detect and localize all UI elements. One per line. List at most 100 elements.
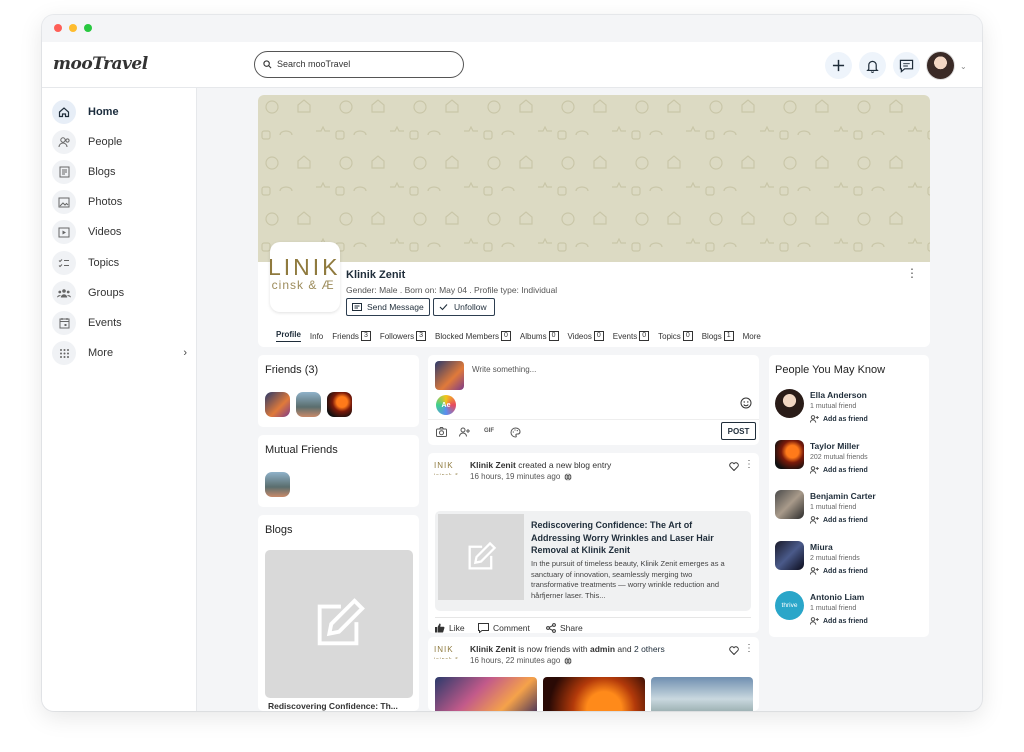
heart-icon[interactable] — [729, 462, 739, 471]
message-icon — [352, 302, 362, 311]
avatar[interactable] — [775, 389, 804, 418]
post-button[interactable]: POST — [721, 422, 756, 440]
tab-blogs[interactable]: Blogs 1 — [702, 331, 734, 341]
tab-albums[interactable]: Albums 0 — [520, 331, 559, 341]
post-options-icon[interactable]: ⋮ — [744, 460, 754, 470]
share-button[interactable]: Share — [546, 623, 583, 633]
add-friend-button[interactable]: Add as friend — [810, 466, 868, 474]
post-author-avatar[interactable]: INIKicinsk & Æ — [434, 461, 462, 475]
sidebar-item-people[interactable]: People — [52, 130, 187, 154]
sidebar-item-topics[interactable]: Topics — [52, 251, 187, 275]
site-logo[interactable]: mooTravel — [53, 54, 148, 74]
like-button[interactable]: Like — [434, 623, 465, 633]
profile-options-icon[interactable]: ⋮ — [906, 267, 918, 279]
post-others-link[interactable]: 2 others — [634, 644, 665, 654]
messages-button[interactable] — [893, 52, 920, 79]
pymk-name[interactable]: Benjamin Carter — [810, 491, 876, 501]
sidebar-item-videos[interactable]: Videos — [52, 220, 187, 244]
tab-label: Topics — [658, 331, 681, 341]
blog-caption[interactable]: Rediscovering Confidence: Th... — [268, 701, 398, 711]
tab-label: Blogs — [701, 331, 722, 341]
grid-icon — [52, 341, 76, 365]
avatar[interactable]: thrive — [775, 591, 804, 620]
notifications-button[interactable] — [859, 52, 886, 79]
friend-photo[interactable] — [543, 677, 645, 711]
search-input[interactable]: Search mooTravel — [254, 51, 464, 78]
chevron-down-icon[interactable]: ⌄ — [960, 62, 967, 71]
blog-thumbnail[interactable] — [265, 550, 413, 698]
tab-label: Info — [309, 331, 324, 341]
minimize-dot[interactable] — [69, 24, 77, 32]
pymk-name[interactable]: Miura — [810, 542, 833, 552]
add-friend-button[interactable]: Add as friend — [810, 415, 868, 423]
camera-icon[interactable] — [436, 427, 447, 437]
friend-thumb[interactable] — [327, 392, 352, 417]
sidebar-item-photos[interactable]: Photos — [52, 190, 187, 214]
pymk-mutual: 1 mutual friend — [810, 605, 857, 612]
post-author-avatar[interactable]: INIKicinsk & Æ — [434, 645, 462, 659]
sidebar-item-label: Videos — [88, 226, 122, 238]
tab-count: 3 — [416, 331, 426, 341]
comment-button[interactable]: Comment — [478, 623, 530, 633]
avatar[interactable] — [775, 490, 804, 519]
add-friend-button[interactable]: Add as friend — [810, 617, 868, 625]
pymk-name[interactable]: Taylor Miller — [810, 441, 859, 451]
tab-topics[interactable]: Topics 0 — [658, 331, 693, 341]
create-button[interactable] — [825, 52, 852, 79]
pymk-name[interactable]: Antonio Liam — [810, 592, 864, 602]
unfollow-button[interactable]: Unfollow — [433, 298, 495, 316]
post-timestamp[interactable]: 16 hours, 19 minutes ago — [470, 472, 560, 481]
sidebar-item-blogs[interactable]: Blogs — [52, 160, 187, 184]
post-author[interactable]: Klinik Zenit — [470, 644, 516, 654]
add-friend-button[interactable]: Add as friend — [810, 567, 868, 575]
sidebar-item-more[interactable]: More › — [52, 341, 187, 365]
mutual-friend-thumb[interactable] — [265, 472, 290, 497]
tab-blocked-members[interactable]: Blocked Members 0 — [435, 331, 511, 341]
friends-widget: Friends (3) — [258, 355, 419, 427]
post-timestamp[interactable]: 16 hours, 22 minutes ago — [470, 656, 560, 665]
profile-avatar[interactable]: LINIK icinsk & Æ — [270, 242, 340, 312]
sidebar-item-events[interactable]: Events — [52, 311, 187, 335]
friend-photo[interactable] — [651, 677, 753, 711]
emoji-icon[interactable] — [740, 397, 752, 409]
send-message-button[interactable]: Send Message — [346, 298, 430, 316]
post-options-icon[interactable]: ⋮ — [744, 644, 754, 654]
tab-friends[interactable]: Friends 3 — [332, 331, 371, 341]
heart-icon[interactable] — [729, 646, 739, 655]
comment-icon — [478, 623, 489, 633]
pymk-name[interactable]: Ella Anderson — [810, 390, 867, 400]
blog-preview-title[interactable]: Rediscovering Confidence: The Art of Add… — [531, 519, 741, 557]
sidebar-item-groups[interactable]: Groups — [52, 281, 187, 305]
sidebar-item-home[interactable]: Home — [52, 100, 187, 124]
cover-photo[interactable] — [258, 95, 930, 262]
tab-events[interactable]: Events 0 — [613, 331, 650, 341]
close-dot[interactable] — [54, 24, 62, 32]
maximize-dot[interactable] — [84, 24, 92, 32]
post-friend-link[interactable]: admin — [590, 644, 615, 654]
post-author[interactable]: Klinik Zenit — [470, 460, 516, 470]
blog-preview-card[interactable]: Rediscovering Confidence: The Art of Add… — [435, 511, 751, 611]
friend-thumb[interactable] — [296, 392, 321, 417]
gif-icon[interactable]: GIF — [484, 428, 494, 434]
tab-profile[interactable]: Profile — [276, 330, 301, 342]
composer-input[interactable]: Write something... — [472, 365, 536, 374]
friends-widget-title[interactable]: Friends (3) — [265, 364, 318, 376]
sidebar-item-label: Topics — [88, 257, 120, 269]
unfollow-label: Unfollow — [454, 302, 487, 312]
add-friend-button[interactable]: Add as friend — [810, 516, 868, 524]
tag-friend-icon[interactable] — [459, 427, 470, 437]
tab-followers[interactable]: Followers 3 — [380, 331, 426, 341]
tab-more[interactable]: More — [743, 332, 761, 341]
avatar[interactable] — [775, 440, 804, 469]
composer-tag-avatar[interactable]: Ae — [436, 395, 456, 415]
avatar[interactable] — [775, 541, 804, 570]
user-avatar[interactable] — [926, 51, 955, 80]
palette-icon[interactable] — [510, 427, 521, 438]
like-label: Like — [449, 623, 465, 633]
tab-videos[interactable]: Videos 0 — [568, 331, 604, 341]
window-titlebar — [42, 15, 982, 42]
tab-info[interactable]: Info — [310, 332, 323, 341]
friend-photo[interactable] — [435, 677, 537, 711]
profile-name[interactable]: Klinik Zenit — [346, 269, 405, 281]
friend-thumb[interactable] — [265, 392, 290, 417]
